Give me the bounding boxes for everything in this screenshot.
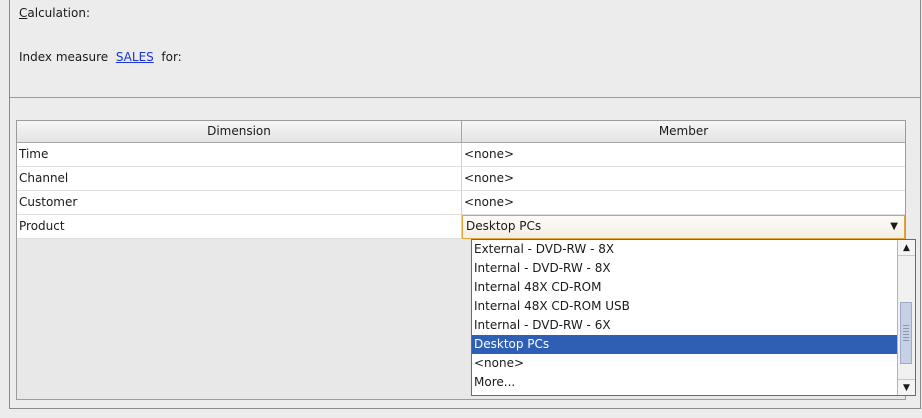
dropdown-scrollbar[interactable]: ▲ ▼ bbox=[897, 240, 915, 395]
combobox-value: Desktop PCs bbox=[466, 219, 542, 233]
dimension-cell[interactable]: Product bbox=[17, 215, 462, 239]
member-cell[interactable]: <none> bbox=[462, 143, 905, 167]
table-row-product[interactable]: Product Desktop PCs ▼ bbox=[17, 215, 905, 239]
scroll-thumb[interactable] bbox=[900, 302, 912, 364]
dimension-cell[interactable]: Customer bbox=[17, 191, 462, 215]
member-dropdown-list[interactable]: External - DVD-RW - 8X Internal - DVD-RW… bbox=[471, 239, 916, 396]
dropdown-option[interactable]: Internal - DVD-RW - 8X bbox=[472, 259, 897, 278]
member-cell[interactable]: <none> bbox=[462, 167, 905, 191]
dropdown-option[interactable]: Internal 48X CD-ROM bbox=[472, 278, 897, 297]
grip-icon bbox=[903, 325, 909, 341]
scroll-up-arrow-icon[interactable]: ▲ bbox=[898, 240, 915, 256]
index-measure-line: Index measure SALES for: bbox=[19, 50, 182, 64]
dropdown-option[interactable]: <none> bbox=[472, 354, 897, 373]
scroll-down-arrow-icon[interactable]: ▼ bbox=[898, 379, 915, 395]
dimension-cell[interactable]: Channel bbox=[17, 167, 462, 191]
index-measure-suffix: for: bbox=[153, 50, 182, 64]
calculation-header-pane: Calculation: Index measure SALES for: bbox=[10, 0, 920, 98]
dropdown-option[interactable]: More... bbox=[472, 373, 897, 392]
dropdown-option[interactable]: Internal 48X CD-ROM USB bbox=[472, 297, 897, 316]
table-row-customer[interactable]: Customer <none> bbox=[17, 191, 905, 215]
product-member-combobox[interactable]: Desktop PCs ▼ bbox=[462, 215, 905, 239]
member-column-header[interactable]: Member bbox=[462, 121, 905, 143]
dimension-column-header[interactable]: Dimension bbox=[17, 121, 462, 143]
table-row-time[interactable]: Time <none> bbox=[17, 143, 905, 167]
dimension-cell[interactable]: Time bbox=[17, 143, 462, 167]
chevron-down-icon[interactable]: ▼ bbox=[890, 216, 898, 237]
dropdown-option-selected[interactable]: Desktop PCs bbox=[472, 335, 897, 354]
table-row-channel[interactable]: Channel <none> bbox=[17, 167, 905, 191]
member-cell[interactable]: <none> bbox=[462, 191, 905, 215]
sales-measure-link[interactable]: SALES bbox=[116, 50, 154, 64]
index-measure-prefix: Index measure bbox=[19, 50, 116, 64]
dropdown-option[interactable]: Internal - DVD-RW - 6X bbox=[472, 316, 897, 335]
calculation-label-text: alculation: bbox=[27, 6, 90, 20]
calculation-label: Calculation: bbox=[19, 6, 90, 20]
dropdown-option[interactable]: External - DVD-RW - 8X bbox=[472, 240, 897, 259]
